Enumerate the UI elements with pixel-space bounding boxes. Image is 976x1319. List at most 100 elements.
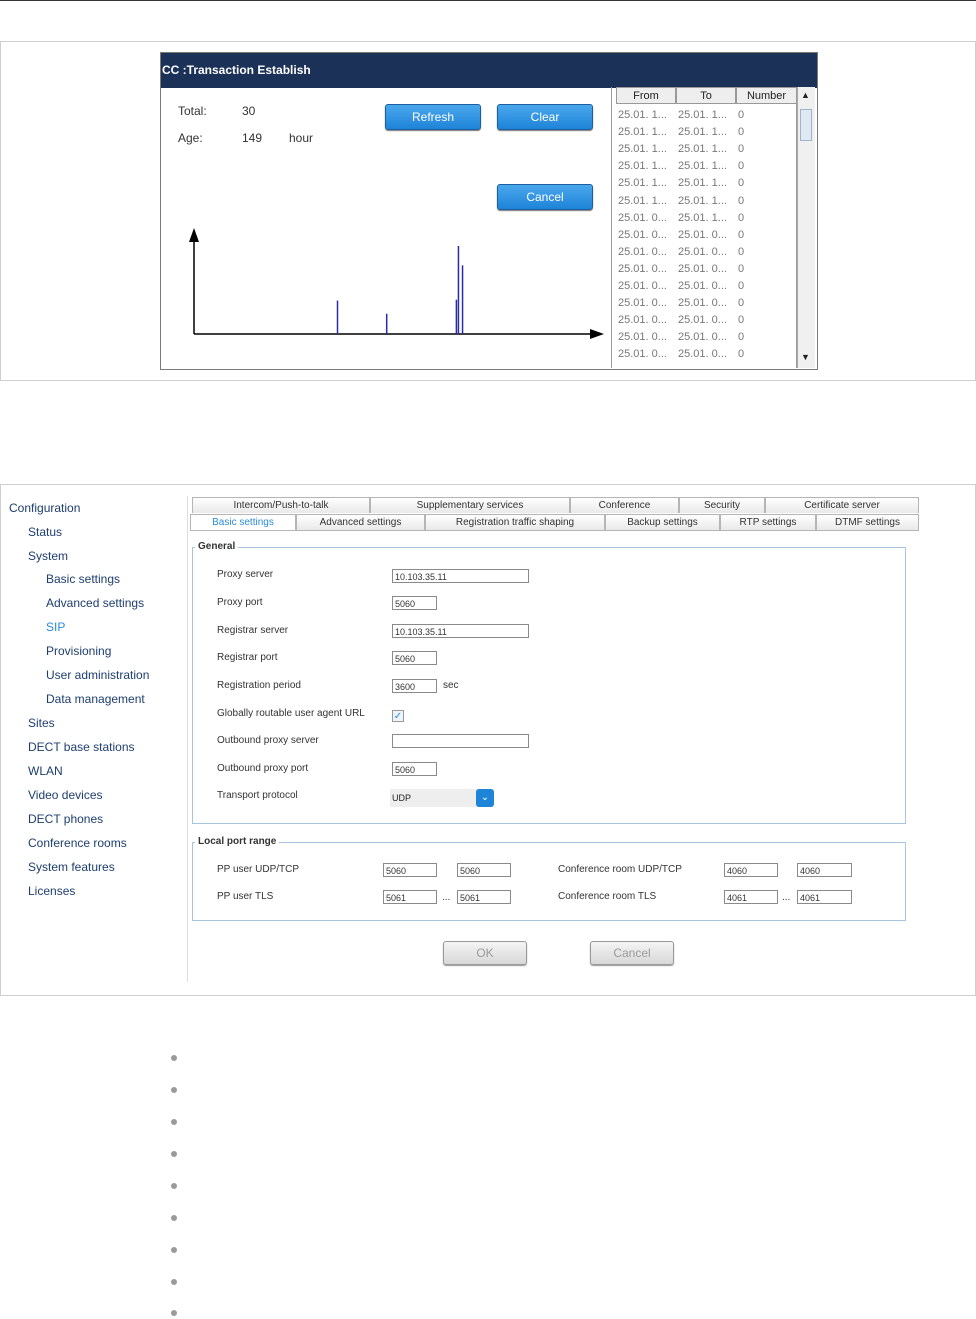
table-cell[interactable]: 25.01. 1... bbox=[616, 158, 676, 175]
table-cell[interactable]: 25.01. 0... bbox=[616, 295, 676, 312]
table-cell[interactable]: 0 bbox=[736, 312, 796, 329]
globally-routable-checkbox[interactable]: ✓ bbox=[392, 710, 404, 722]
sidebar-item[interactable]: System bbox=[28, 549, 68, 563]
pp-udp-to-input[interactable]: 5060 bbox=[457, 863, 511, 877]
table-cell[interactable]: 0 bbox=[736, 107, 796, 124]
sidebar-item[interactable]: Sites bbox=[28, 716, 55, 730]
tab[interactable]: Certificate server bbox=[765, 497, 919, 513]
table-cell[interactable]: 0 bbox=[736, 295, 796, 312]
clear-button[interactable]: Clear bbox=[497, 104, 593, 130]
conf-udp-to-input[interactable]: 4060 bbox=[797, 863, 852, 877]
sidebar-item[interactable]: Licenses bbox=[28, 884, 75, 898]
table-cell[interactable]: 25.01. 0... bbox=[676, 261, 736, 278]
table-cell[interactable]: 25.01. 0... bbox=[616, 278, 676, 295]
sidebar-item[interactable]: Data management bbox=[46, 692, 145, 706]
sidebar-item[interactable]: User administration bbox=[46, 668, 149, 682]
table-cell[interactable]: 25.01. 1... bbox=[676, 107, 736, 124]
sidebar-item[interactable]: SIP bbox=[46, 620, 65, 634]
table-cell[interactable]: 25.01. 0... bbox=[616, 210, 676, 227]
table-cell[interactable]: 25.01. 1... bbox=[676, 141, 736, 158]
tab-basic-settings-active[interactable]: Basic settings bbox=[190, 514, 296, 530]
table-cell[interactable]: 25.01. 1... bbox=[616, 193, 676, 210]
proxy-port-input[interactable]: 5060 bbox=[392, 596, 437, 610]
sidebar-item[interactable]: Configuration bbox=[9, 501, 80, 515]
table-cell[interactable]: 0 bbox=[736, 124, 796, 141]
sidebar-item[interactable]: Conference rooms bbox=[28, 836, 127, 850]
conf-tls-from-input[interactable]: 4061 bbox=[724, 890, 778, 904]
table-cell[interactable]: 25.01. 1... bbox=[616, 124, 676, 141]
table-cell[interactable]: 25.01. 1... bbox=[676, 210, 736, 227]
transport-protocol-select[interactable]: UDP bbox=[390, 789, 478, 807]
table-cell[interactable]: 25.01. 1... bbox=[616, 141, 676, 158]
table-cell[interactable]: 25.01. 1... bbox=[676, 124, 736, 141]
tab[interactable]: DTMF settings bbox=[816, 514, 919, 530]
tab[interactable]: Supplementary services bbox=[370, 497, 570, 513]
ok-button[interactable]: OK bbox=[443, 941, 527, 965]
sidebar-item[interactable]: DECT base stations bbox=[28, 740, 135, 754]
sidebar-item[interactable]: Basic settings bbox=[46, 572, 120, 586]
registrar-port-input[interactable]: 5060 bbox=[392, 651, 437, 665]
table-cell[interactable]: 25.01. 1... bbox=[676, 158, 736, 175]
table-cell[interactable]: 0 bbox=[736, 346, 796, 363]
table-cell[interactable]: 25.01. 1... bbox=[616, 175, 676, 192]
registrar-server-input[interactable]: 10.103.35.11 bbox=[392, 624, 529, 638]
sidebar-item[interactable]: WLAN bbox=[28, 764, 63, 778]
table-cell[interactable]: 25.01. 1... bbox=[616, 107, 676, 124]
table-cell[interactable]: 25.01. 0... bbox=[676, 312, 736, 329]
pp-udp-from-input[interactable]: 5060 bbox=[383, 863, 437, 877]
sidebar-item[interactable]: DECT phones bbox=[28, 812, 103, 826]
sidebar-item[interactable]: Video devices bbox=[28, 788, 103, 802]
proxy-server-input[interactable]: 10.103.35.11 bbox=[392, 569, 529, 583]
pp-tls-from-input[interactable]: 5061 bbox=[383, 890, 437, 904]
table-cell[interactable]: 0 bbox=[736, 193, 796, 210]
table-cell[interactable]: 25.01. 0... bbox=[676, 278, 736, 295]
table-cell[interactable]: 25.01. 0... bbox=[676, 346, 736, 363]
table-scrollbar[interactable]: ▲ ▼ bbox=[797, 87, 815, 368]
table-cell[interactable]: 25.01. 0... bbox=[676, 329, 736, 346]
sidebar-item[interactable]: Advanced settings bbox=[46, 596, 144, 610]
tab[interactable]: Registration traffic shaping bbox=[425, 514, 605, 530]
outbound-proxy-server-input[interactable] bbox=[392, 734, 529, 748]
pp-tls-to-input[interactable]: 5061 bbox=[457, 890, 511, 904]
table-cell[interactable]: 0 bbox=[736, 227, 796, 244]
table-header-to[interactable]: To bbox=[676, 87, 736, 104]
scroll-up-icon[interactable]: ▲ bbox=[801, 90, 810, 100]
table-cell[interactable]: 0 bbox=[736, 329, 796, 346]
sidebar-item[interactable]: System features bbox=[28, 860, 115, 874]
table-cell[interactable]: 25.01. 0... bbox=[616, 346, 676, 363]
sidebar-item[interactable]: Status bbox=[28, 525, 62, 539]
table-cell[interactable]: 0 bbox=[736, 261, 796, 278]
table-cell[interactable]: 25.01. 0... bbox=[616, 312, 676, 329]
table-cell[interactable]: 25.01. 0... bbox=[616, 244, 676, 261]
table-cell[interactable]: 25.01. 0... bbox=[676, 295, 736, 312]
refresh-button[interactable]: Refresh bbox=[385, 104, 481, 130]
table-cell[interactable]: 25.01. 1... bbox=[676, 193, 736, 210]
table-cell[interactable]: 25.01. 0... bbox=[676, 227, 736, 244]
registration-period-input[interactable]: 3600 bbox=[392, 679, 437, 693]
conf-udp-from-input[interactable]: 4060 bbox=[724, 863, 778, 877]
table-cell[interactable]: 0 bbox=[736, 210, 796, 227]
tab[interactable]: RTP settings bbox=[720, 514, 816, 530]
table-cell[interactable]: 25.01. 0... bbox=[616, 329, 676, 346]
conf-tls-to-input[interactable]: 4061 bbox=[797, 890, 852, 904]
table-cell[interactable]: 25.01. 0... bbox=[616, 261, 676, 278]
table-cell[interactable]: 0 bbox=[736, 141, 796, 158]
scroll-down-icon[interactable]: ▼ bbox=[801, 352, 810, 362]
config-cancel-button[interactable]: Cancel bbox=[590, 941, 674, 965]
sidebar-item[interactable]: Provisioning bbox=[46, 644, 111, 658]
scroll-thumb[interactable] bbox=[800, 109, 812, 141]
tab[interactable]: Backup settings bbox=[605, 514, 720, 530]
tab[interactable]: Advanced settings bbox=[296, 514, 425, 530]
tab[interactable]: Security bbox=[679, 497, 765, 513]
tab[interactable]: Conference bbox=[570, 497, 679, 513]
table-header-from[interactable]: From bbox=[616, 87, 676, 104]
table-cell[interactable]: 25.01. 0... bbox=[616, 227, 676, 244]
table-cell[interactable]: 25.01. 1... bbox=[676, 175, 736, 192]
table-header-number[interactable]: Number bbox=[736, 87, 797, 104]
outbound-proxy-port-input[interactable]: 5060 bbox=[392, 762, 437, 776]
chevron-down-icon[interactable]: ⌄ bbox=[476, 789, 494, 807]
table-cell[interactable]: 0 bbox=[736, 158, 796, 175]
table-cell[interactable]: 0 bbox=[736, 175, 796, 192]
tab[interactable]: Intercom/Push-to-talk bbox=[192, 497, 370, 513]
table-cell[interactable]: 0 bbox=[736, 278, 796, 295]
